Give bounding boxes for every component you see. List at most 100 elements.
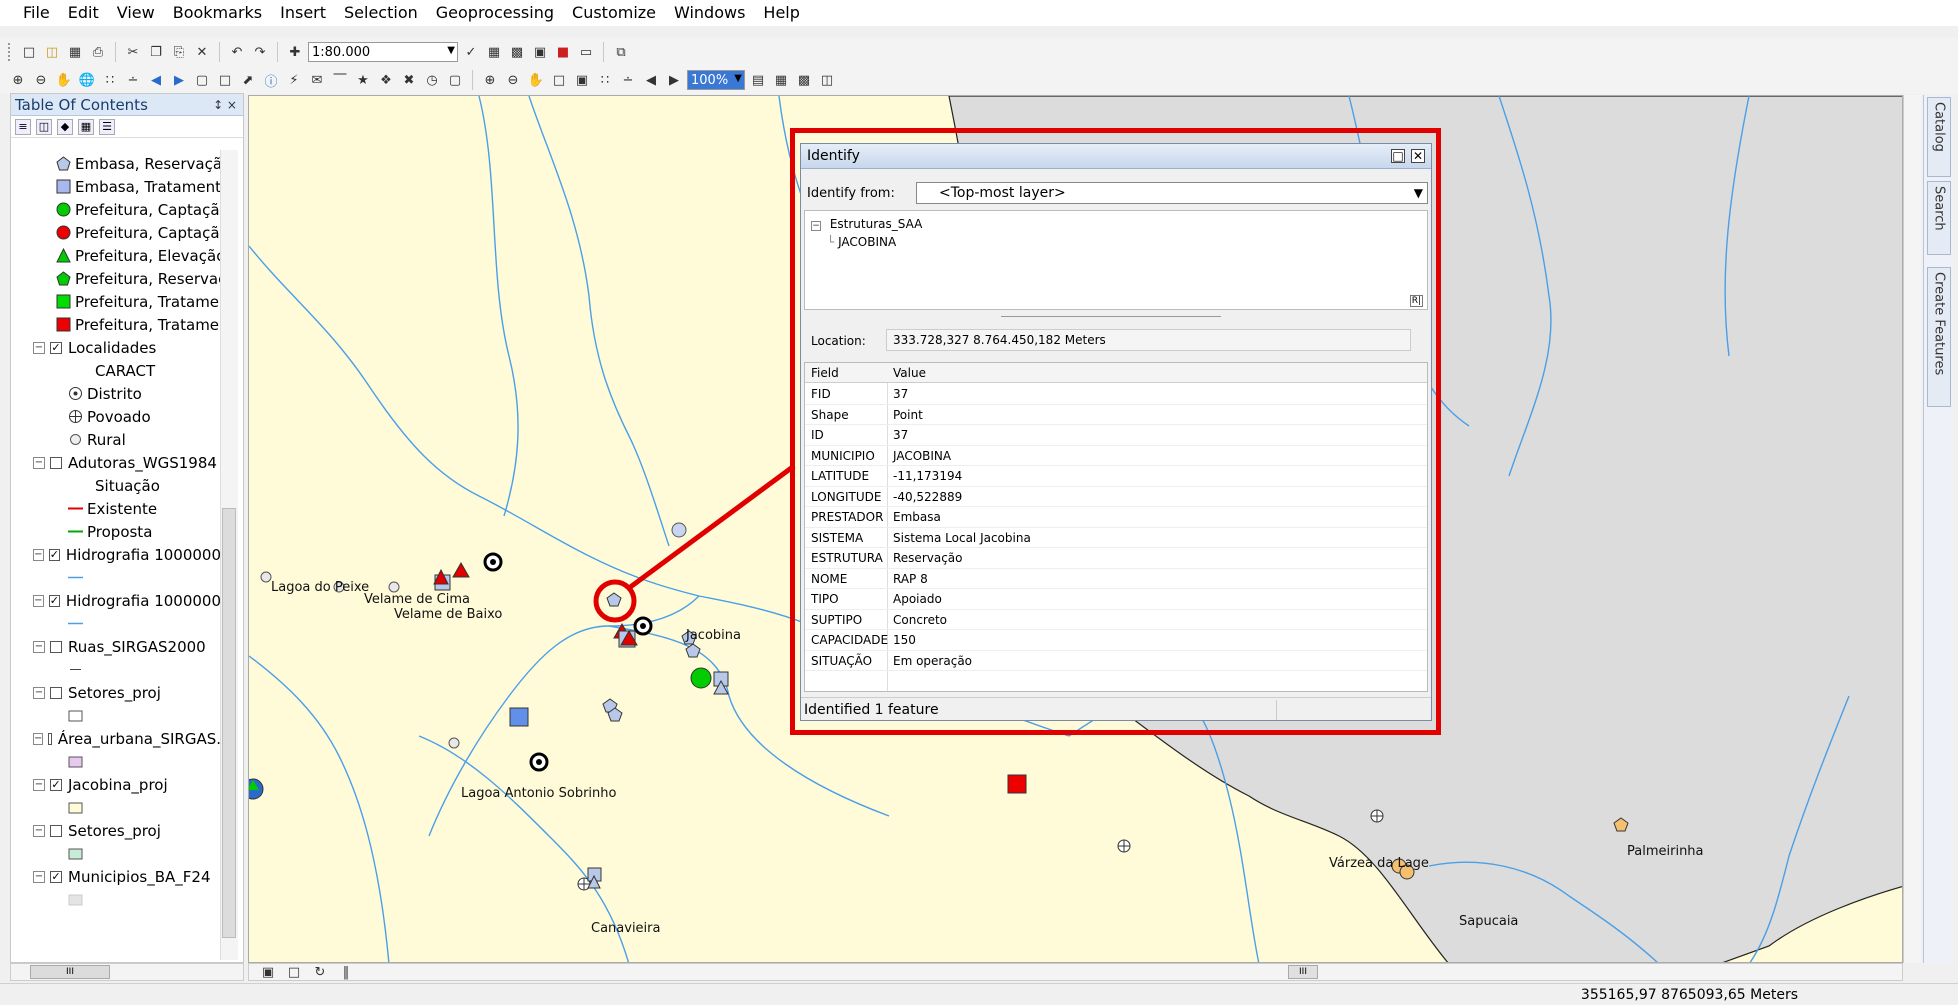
- layout-zoom-combo[interactable]: 100% ▼: [687, 70, 745, 90]
- collapse-icon[interactable]: −: [33, 456, 45, 469]
- delete-icon[interactable]: ✕: [192, 42, 212, 62]
- layer-hidrografia[interactable]: − ✓ Hidrografia 1000000: [11, 543, 221, 566]
- layer-jacobina[interactable]: − ✓ Jacobina_proj: [11, 773, 221, 796]
- legend-item[interactable]: Povoado: [11, 405, 221, 428]
- create-viewer-icon[interactable]: ▢: [445, 70, 465, 90]
- list-by-selection-icon[interactable]: ▦: [78, 118, 94, 135]
- data-driven-pages-icon[interactable]: ◫: [817, 70, 837, 90]
- search-tab[interactable]: Search: [1927, 181, 1951, 255]
- collapse-icon[interactable]: −: [33, 594, 44, 607]
- change-layout-icon[interactable]: ▩: [794, 70, 814, 90]
- next-extent-icon[interactable]: ▶: [664, 70, 684, 90]
- collapse-icon[interactable]: −: [33, 686, 45, 699]
- collapse-icon[interactable]: −: [33, 341, 45, 354]
- table-row[interactable]: Shape Point: [805, 405, 1427, 425]
- zoom-100-icon[interactable]: ▣: [572, 70, 592, 90]
- print-icon[interactable]: ⎙: [88, 42, 108, 62]
- copy-icon[interactable]: ❐: [146, 42, 166, 62]
- fixed-layout-zoom-out-icon[interactable]: ∸: [618, 70, 638, 90]
- arctoolbox-icon[interactable]: ■: [553, 42, 573, 62]
- chevron-down-icon[interactable]: ▼: [447, 45, 455, 56]
- layer-visibility-checkbox[interactable]: ✓: [50, 341, 62, 354]
- table-row[interactable]: CAPACIDADE 150: [805, 630, 1427, 651]
- layout-view-icon[interactable]: □: [284, 962, 304, 982]
- previous-extent-icon[interactable]: ◀: [641, 70, 661, 90]
- legend-item[interactable]: [11, 842, 221, 865]
- layer-visibility-checkbox[interactable]: [50, 640, 62, 653]
- layer-visibility-checkbox[interactable]: [50, 686, 62, 699]
- toggle-draft-mode-icon[interactable]: ▤: [748, 70, 768, 90]
- toolbar-grip[interactable]: [8, 43, 12, 61]
- toc-window-controls[interactable]: ↕ ×: [213, 98, 237, 112]
- chevron-down-icon[interactable]: ▼: [734, 73, 742, 84]
- layer-hidrografia[interactable]: − ✓ Hidrografia 1000000: [11, 589, 221, 612]
- cut-icon[interactable]: ✂: [123, 42, 143, 62]
- select-features-icon[interactable]: ▢: [192, 70, 212, 90]
- html-popup-icon[interactable]: ✉: [307, 70, 327, 90]
- editor-toolbar-icon[interactable]: ✓: [461, 42, 481, 62]
- legend-item[interactable]: [11, 612, 221, 635]
- collapse-icon[interactable]: −: [33, 548, 44, 561]
- menu-file[interactable]: File: [14, 0, 59, 26]
- list-by-visibility-icon[interactable]: ◆: [57, 118, 73, 135]
- collapse-icon[interactable]: −: [33, 732, 44, 745]
- create-features-tab[interactable]: Create Features: [1927, 267, 1951, 407]
- legend-item[interactable]: Embasa, Tratament: [11, 175, 221, 198]
- open-icon[interactable]: ◫: [42, 42, 62, 62]
- paste-icon[interactable]: ⎘: [169, 42, 189, 62]
- fixed-zoom-in-icon[interactable]: ∷: [100, 70, 120, 90]
- undo-icon[interactable]: ↶: [227, 42, 247, 62]
- save-icon[interactable]: ▦: [65, 42, 85, 62]
- measure-icon[interactable]: ⎺: [330, 70, 350, 90]
- pause-drawing-icon[interactable]: ‖: [336, 962, 356, 982]
- layer-adutoras[interactable]: − Adutoras_WGS1984: [11, 451, 221, 474]
- catalog-tab[interactable]: Catalog: [1927, 97, 1951, 177]
- list-by-source-icon[interactable]: ◫: [36, 118, 52, 135]
- layer-localidades[interactable]: − ✓ Localidades: [11, 336, 221, 359]
- legend-item[interactable]: [11, 658, 221, 681]
- header-field[interactable]: Field: [811, 366, 839, 380]
- map-hscroll-thumb[interactable]: III: [1288, 965, 1318, 979]
- legend-item[interactable]: [11, 750, 221, 773]
- map-vertical-scrollbar[interactable]: [1903, 95, 1921, 963]
- collapse-icon[interactable]: −: [33, 640, 45, 653]
- legend-item[interactable]: Distrito: [11, 382, 221, 405]
- modelbuilder-icon[interactable]: ⧉: [611, 42, 631, 62]
- tree-feature-node[interactable]: └ JACOBINA: [827, 235, 896, 249]
- legend-item[interactable]: Embasa, Reservaçã: [11, 152, 221, 175]
- time-slider-icon[interactable]: ◷: [422, 70, 442, 90]
- menu-bookmarks[interactable]: Bookmarks: [164, 0, 271, 26]
- identify-icon[interactable]: ⓘ: [261, 70, 281, 90]
- layout-zoom-out-icon[interactable]: ⊖: [503, 70, 523, 90]
- menu-customize[interactable]: Customize: [563, 0, 665, 26]
- legend-item[interactable]: Prefeitura, Elevaçãc: [11, 244, 221, 267]
- python-icon[interactable]: ▭: [576, 42, 596, 62]
- refresh-icon[interactable]: ↻: [310, 962, 330, 982]
- layer-visibility-checkbox[interactable]: [50, 824, 62, 837]
- menu-selection[interactable]: Selection: [335, 0, 427, 26]
- legend-item[interactable]: Prefeitura, Captaçã: [11, 221, 221, 244]
- table-row[interactable]: SITUAÇÃO Em operação: [805, 651, 1427, 671]
- layer-visibility-checkbox[interactable]: ✓: [48, 594, 60, 607]
- select-elements-icon[interactable]: ⬈: [238, 70, 258, 90]
- layer-area-urbana[interactable]: − Área_urbana_SIRGAS.: [11, 727, 221, 750]
- header-value[interactable]: Value: [893, 366, 926, 380]
- layer-ruas[interactable]: − Ruas_SIRGAS2000: [11, 635, 221, 658]
- legend-item[interactable]: Rural: [11, 428, 221, 451]
- table-icon[interactable]: ▦: [484, 42, 504, 62]
- identify-title-bar[interactable]: Identify □ ✕: [801, 144, 1431, 169]
- redo-icon[interactable]: ↷: [250, 42, 270, 62]
- layout-pan-icon[interactable]: ✋: [526, 70, 546, 90]
- find-icon[interactable]: ★: [353, 70, 373, 90]
- table-row[interactable]: ESTRUTURA Reservação: [805, 548, 1427, 569]
- menu-geoprocessing[interactable]: Geoprocessing: [427, 0, 563, 26]
- clear-selection-icon[interactable]: □: [215, 70, 235, 90]
- layer-visibility-checkbox[interactable]: ✓: [50, 870, 62, 883]
- table-row[interactable]: PRESTADOR Embasa: [805, 507, 1427, 528]
- layer-setores[interactable]: − Setores_proj: [11, 681, 221, 704]
- data-view-icon[interactable]: ▣: [258, 962, 278, 982]
- fixed-zoom-out-icon[interactable]: ∸: [123, 70, 143, 90]
- restore-icon[interactable]: □: [1391, 149, 1405, 163]
- layout-zoom-in-icon[interactable]: ⊕: [480, 70, 500, 90]
- splitter[interactable]: [1001, 316, 1221, 317]
